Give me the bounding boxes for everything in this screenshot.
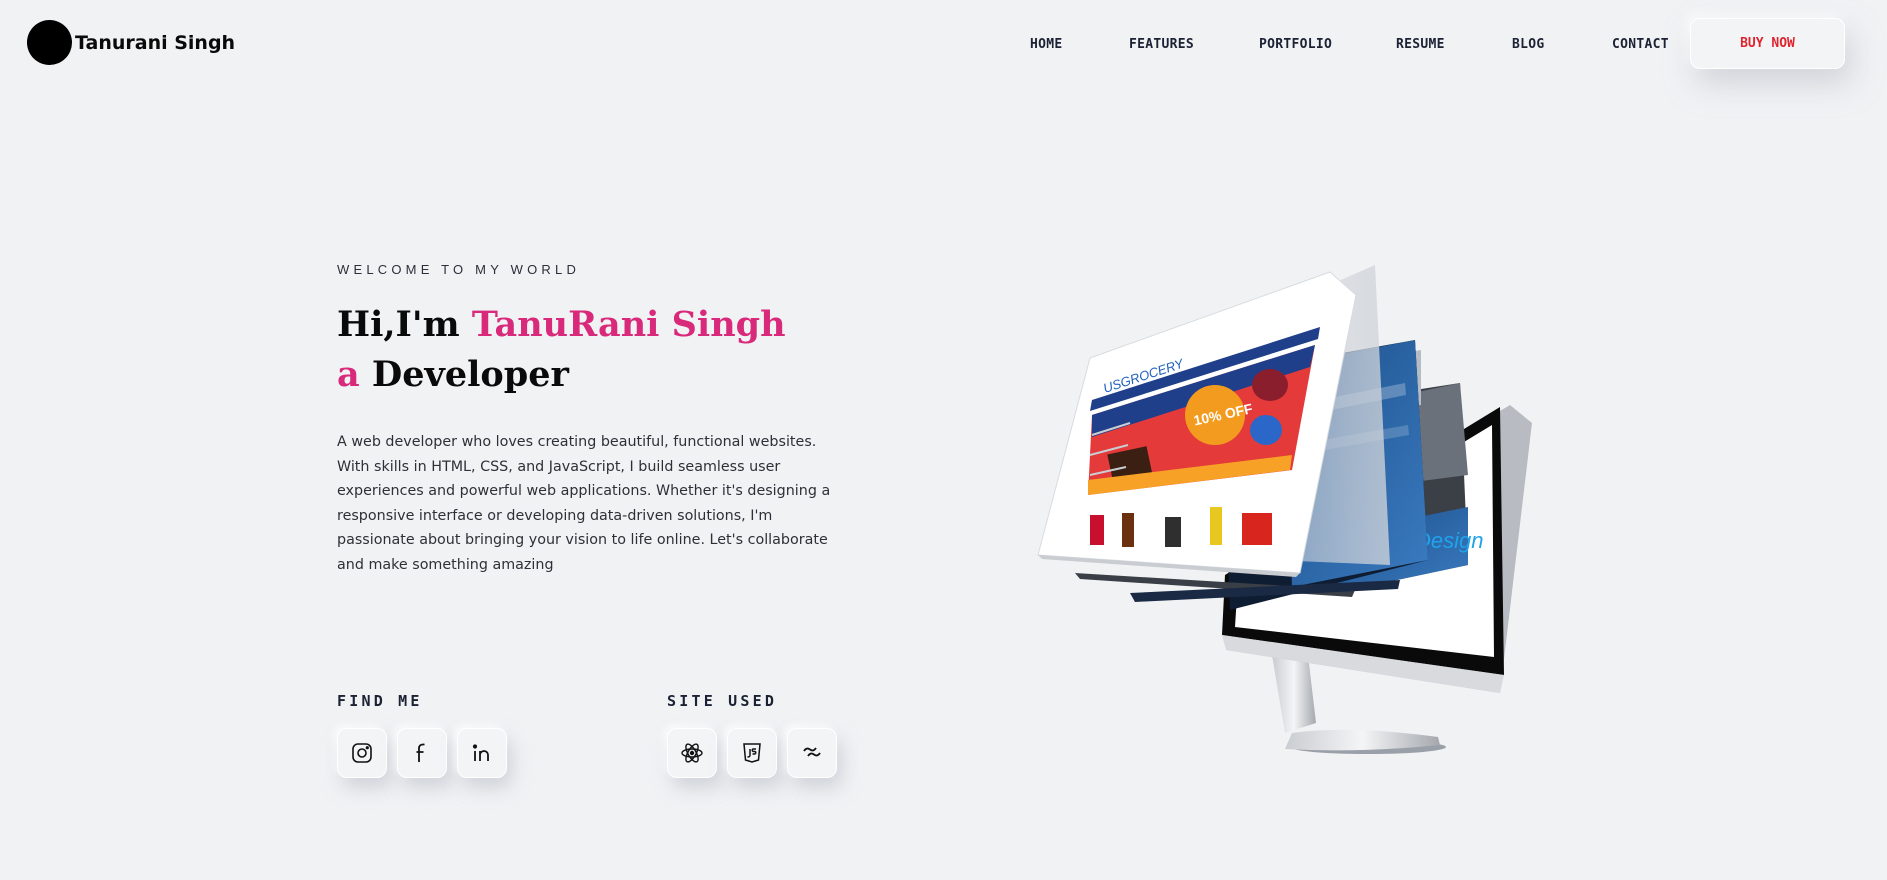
hero-headline: Hi,I'm TanuRani Singh a Developer <box>337 300 786 400</box>
javascript-icon <box>743 743 761 763</box>
nav-blog[interactable]: BLOG <box>1512 37 1545 52</box>
logo-text: Tanurani Singh <box>75 31 236 54</box>
hero-eyebrow: WELCOME TO MY WORLD <box>337 262 581 277</box>
buy-now-button[interactable]: BUY NOW <box>1690 18 1845 69</box>
linkedin-button[interactable] <box>457 728 507 778</box>
instagram-icon <box>352 743 372 763</box>
hero-illustration: Design es 10% OFF USGROCERY <box>1037 265 1532 754</box>
find-me-label: FIND ME <box>337 692 423 710</box>
site-header: Tanurani Singh HOME FEATURES PORTFOLIO R… <box>0 0 1887 88</box>
linkedin-icon <box>472 744 489 761</box>
facebook-icon <box>416 743 425 762</box>
site-used-label: SITE USED <box>667 692 778 710</box>
headline-article: a <box>337 354 372 395</box>
headline-name: TanuRani Singh <box>471 304 786 345</box>
nav-portfolio[interactable]: PORTFOLIO <box>1259 37 1332 52</box>
react-button[interactable] <box>667 728 717 778</box>
screen-grocery: 10% OFF USGROCERY <box>1037 265 1390 574</box>
tailwind-button[interactable] <box>787 728 837 778</box>
react-icon <box>681 743 703 763</box>
headline-role: Developer <box>371 354 569 395</box>
logo-avatar <box>27 20 72 65</box>
nav-resume[interactable]: RESUME <box>1396 37 1445 52</box>
logo[interactable]: Tanurani Singh <box>27 20 235 65</box>
nav-features[interactable]: FEATURES <box>1129 37 1194 52</box>
nav-home[interactable]: HOME <box>1030 37 1063 52</box>
tailwind-icon <box>803 747 821 757</box>
headline-greeting: Hi,I'm <box>337 304 472 345</box>
javascript-button[interactable] <box>727 728 777 778</box>
facebook-button[interactable] <box>397 728 447 778</box>
hero-description: A web developer who loves creating beaut… <box>337 434 831 573</box>
nav-contact[interactable]: CONTACT <box>1612 37 1669 52</box>
instagram-button[interactable] <box>337 728 387 778</box>
